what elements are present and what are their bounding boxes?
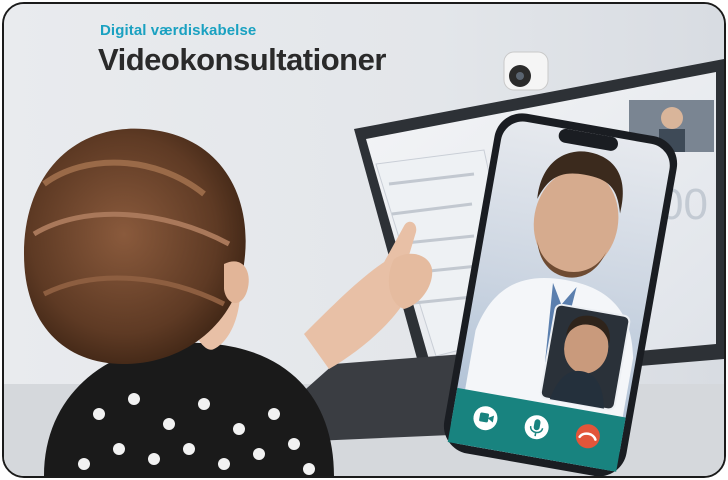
card-frame: 00 Digital værdiskabelse Videokonsultati… [2, 2, 726, 478]
webcam [503, 51, 549, 91]
eyebrow-text: Digital værdiskabelse [100, 22, 257, 39]
page-title: Videokonsultationer [98, 42, 386, 77]
